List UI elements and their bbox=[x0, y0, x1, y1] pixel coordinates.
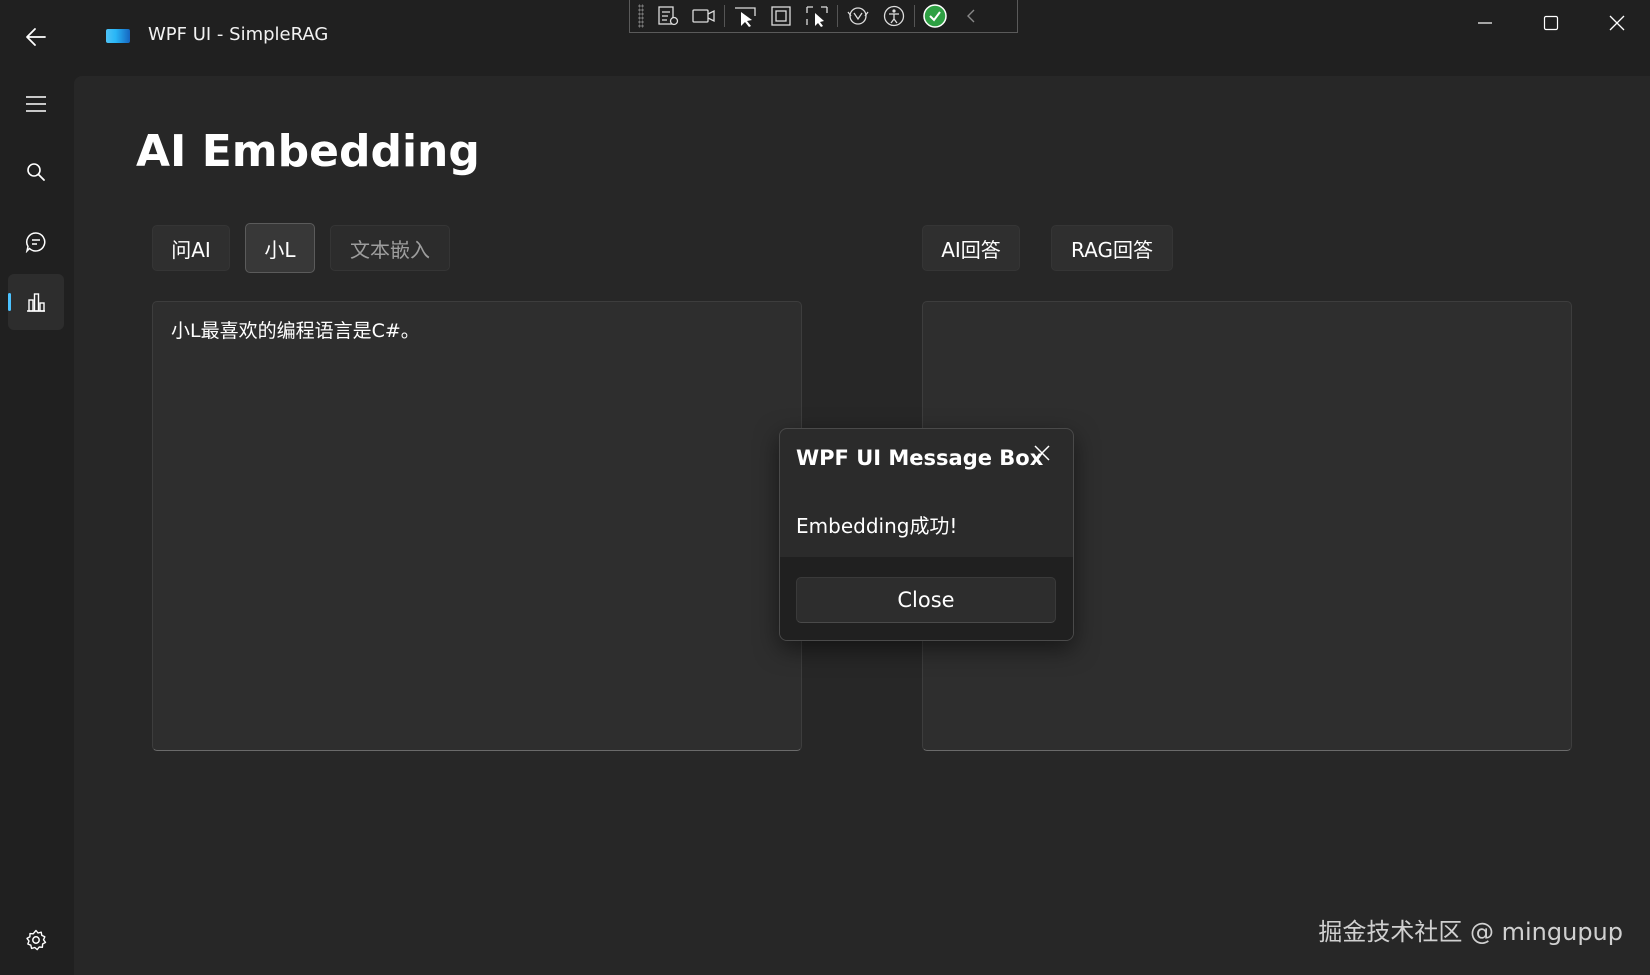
dialog-title: WPF UI Message Box bbox=[796, 446, 1044, 470]
accessibility-icon[interactable] bbox=[876, 1, 912, 31]
search-icon bbox=[27, 163, 45, 181]
window-title: WPF UI - SimpleRAG bbox=[148, 24, 329, 45]
dialog-close-x-button[interactable] bbox=[1028, 439, 1056, 467]
text-embed-button[interactable]: 文本嵌入 bbox=[330, 225, 450, 271]
record-icon[interactable] bbox=[686, 1, 722, 31]
window-controls bbox=[1452, 0, 1650, 46]
toolbar-separator bbox=[914, 5, 915, 27]
status-ok-icon[interactable] bbox=[917, 1, 953, 31]
nav-selection-indicator bbox=[8, 293, 11, 311]
dialog-footer: Close bbox=[780, 557, 1073, 640]
maximize-icon bbox=[1543, 15, 1559, 31]
maximize-button[interactable] bbox=[1518, 0, 1584, 46]
ai-answer-button[interactable]: AI回答 bbox=[922, 225, 1020, 271]
question-input[interactable]: 小L最喜欢的编程语言是C#。 bbox=[152, 301, 802, 751]
minimize-icon bbox=[1478, 22, 1492, 24]
page-title: AI Embedding bbox=[136, 126, 480, 177]
toolbar-grip-icon[interactable] bbox=[638, 4, 644, 28]
toolbar-separator bbox=[724, 5, 725, 27]
chat-icon bbox=[25, 232, 46, 253]
xaml-debug-toolbar bbox=[629, 0, 1018, 33]
app-logo-icon bbox=[106, 29, 130, 43]
dialog-message: Embedding成功! bbox=[796, 514, 958, 538]
toolbar-separator bbox=[837, 5, 838, 27]
back-arrow-icon bbox=[26, 28, 46, 46]
collapse-icon[interactable] bbox=[953, 1, 989, 31]
settings-icon bbox=[26, 929, 47, 951]
hamburger-menu-icon bbox=[26, 96, 46, 112]
minimize-button[interactable] bbox=[1452, 0, 1518, 46]
back-button[interactable] bbox=[18, 22, 54, 52]
navigation-rail bbox=[0, 72, 74, 975]
hot-reload-icon[interactable] bbox=[840, 1, 876, 31]
close-icon bbox=[1034, 445, 1050, 461]
dialog-close-button[interactable]: Close bbox=[796, 577, 1056, 623]
xiao-l-button[interactable]: 小L bbox=[245, 223, 315, 273]
menu-toggle-button[interactable] bbox=[8, 76, 64, 132]
chart-icon bbox=[27, 293, 45, 312]
nav-item-embedding[interactable] bbox=[8, 274, 64, 330]
visual-tree-icon[interactable] bbox=[650, 1, 686, 31]
nav-item-chat[interactable] bbox=[8, 214, 64, 270]
nav-item-settings[interactable] bbox=[8, 912, 64, 968]
message-box-dialog: WPF UI Message Box Embedding成功! Close bbox=[779, 428, 1074, 641]
app-window: WPF UI - SimpleRAG AI Embedding 问AI 小L 文… bbox=[0, 0, 1650, 975]
close-icon bbox=[1609, 15, 1625, 31]
watermark-text: 掘金技术社区 @ mingupup bbox=[1318, 918, 1623, 946]
ask-ai-button[interactable]: 问AI bbox=[152, 225, 230, 271]
display-layout-icon[interactable] bbox=[763, 1, 799, 31]
nav-item-search[interactable] bbox=[8, 144, 64, 200]
track-focus-icon[interactable] bbox=[799, 1, 835, 31]
rag-answer-button[interactable]: RAG回答 bbox=[1051, 225, 1173, 271]
close-window-button[interactable] bbox=[1584, 0, 1650, 46]
select-element-icon[interactable] bbox=[727, 1, 763, 31]
